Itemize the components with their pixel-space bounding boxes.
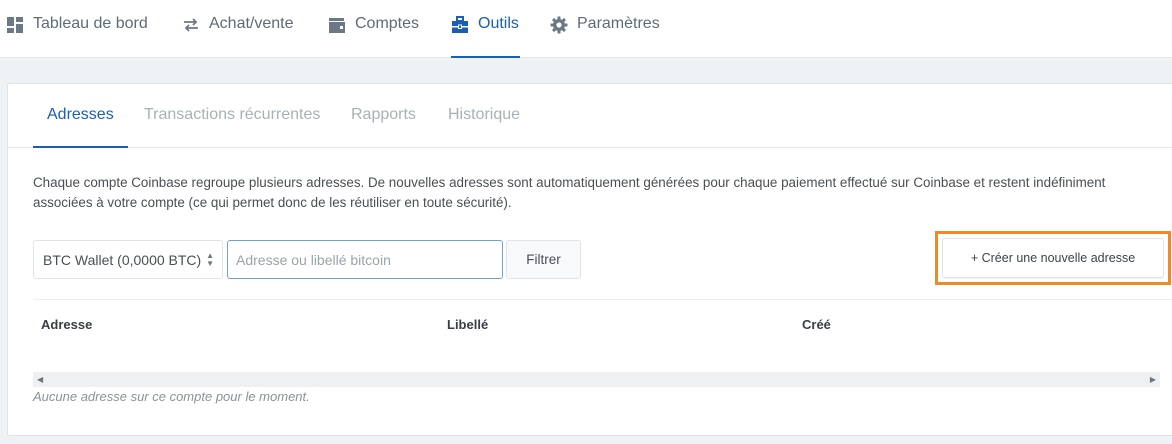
wallet-icon	[329, 18, 345, 33]
nav-item-label: Achat/vente	[209, 15, 294, 32]
wallet-select-value: BTC Wallet (0,0000 BTC)	[43, 251, 202, 268]
nav-item-label: Comptes	[355, 15, 420, 32]
top-navigation: Tableau de bord Achat/vente Comptes Outi…	[0, 0, 1172, 58]
address-search-input[interactable]	[227, 240, 503, 279]
active-tab-indicator	[33, 146, 128, 148]
nav-item-dashboard[interactable]: Tableau de bord	[6, 0, 148, 58]
scroll-right-icon[interactable]: ▶	[1150, 375, 1156, 384]
gear-icon	[550, 16, 568, 34]
addresses-description: Chaque compte Coinbase regroupe plusieur…	[33, 175, 1106, 210]
nav-item-label: Paramètres	[577, 15, 660, 32]
wallet-select[interactable]: BTC Wallet (0,0000 BTC) ▲ ▼	[33, 240, 223, 279]
exchange-arrows-icon	[184, 18, 198, 32]
tab-reports[interactable]: Rapports	[351, 106, 416, 124]
nav-item-settings[interactable]: Paramètres	[550, 0, 660, 58]
nav-item-tools[interactable]: Outils	[451, 0, 520, 58]
nav-item-label: Outils	[478, 15, 519, 32]
filter-button[interactable]: Filtrer	[506, 240, 581, 279]
tab-addresses[interactable]: Adresses	[47, 106, 114, 124]
create-new-address-button[interactable]: + Créer une nouvelle adresse	[942, 238, 1164, 278]
horizontal-scrollbar[interactable]: ◀ ▶	[33, 372, 1160, 387]
addresses-card: Adresses Transactions récurrentes Rappor…	[7, 83, 1172, 436]
column-header-created[interactable]: Créé	[802, 317, 831, 332]
empty-table-message: Aucune adresse sur ce compte pour le mom…	[33, 389, 310, 404]
column-header-label[interactable]: Libellé	[447, 317, 488, 332]
sub-tabs: Adresses Transactions récurrentes Rappor…	[8, 84, 1172, 148]
tab-history[interactable]: Historique	[448, 106, 520, 124]
table-divider	[33, 299, 1172, 300]
select-arrows-icon: ▲ ▼	[206, 251, 214, 268]
nav-item-label: Tableau de bord	[33, 15, 148, 32]
nav-item-buy-sell[interactable]: Achat/vente	[182, 0, 294, 58]
nav-item-accounts[interactable]: Comptes	[328, 0, 419, 58]
tab-recurring-transactions[interactable]: Transactions récurrentes	[144, 106, 320, 124]
toolbox-icon	[452, 16, 468, 33]
dashboard-grid-icon	[7, 17, 23, 33]
scroll-left-icon[interactable]: ◀	[37, 375, 43, 384]
column-header-address[interactable]: Adresse	[41, 317, 92, 332]
